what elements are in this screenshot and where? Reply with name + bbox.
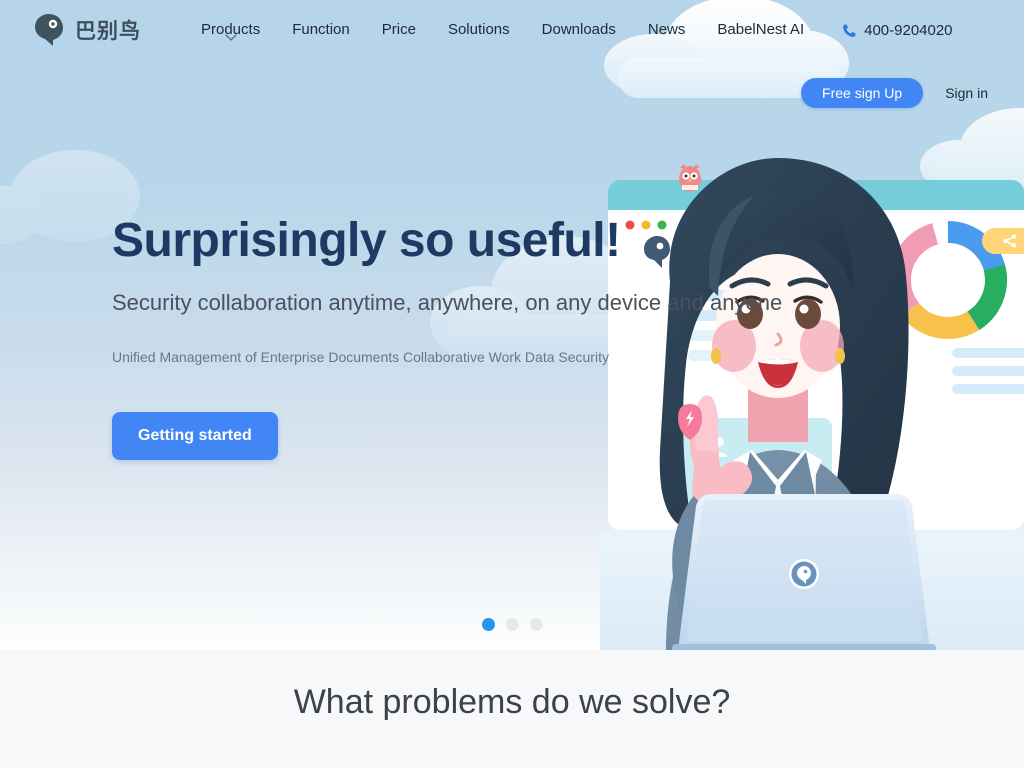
nav-label: Solutions: [447, 21, 510, 38]
hero-description: Unified Management of Enterprise Documen…: [112, 348, 609, 365]
hero-subtitle: Security collaboration anytime, anywhere…: [112, 289, 783, 315]
brand-logo[interactable]: 巴别鸟: [32, 13, 141, 47]
owl-icon: [679, 164, 701, 192]
main-navigation: 巴别鸟 Products Function Price Solutions Do…: [0, 0, 1024, 60]
brand-name: 巴别鸟: [75, 19, 141, 43]
phone-icon: [843, 24, 856, 37]
free-signup-button[interactable]: Free sign Up: [801, 78, 924, 108]
nav-label: BabelNest AI: [717, 21, 805, 38]
carousel-dot-2[interactable]: [505, 618, 519, 631]
hero-title: Surprisingly so useful!: [112, 214, 621, 267]
carousel-dot-3[interactable]: [529, 618, 543, 631]
nav-item-downloads[interactable]: Downloads: [526, 0, 632, 60]
contact-phone[interactable]: 400-9204020: [842, 21, 953, 39]
nav-item-babelnest-ai[interactable]: BabelNest AI: [701, 0, 820, 60]
carousel-dot-1[interactable]: [481, 618, 495, 631]
nav-label: Price: [381, 21, 416, 38]
nav-item-products[interactable]: Products: [185, 0, 276, 60]
nav-item-solutions[interactable]: Solutions: [432, 0, 526, 60]
phone-number: 400-9204020: [864, 21, 953, 39]
carousel-dots: [0, 618, 1024, 631]
section-title: What problems do we solve?: [293, 683, 731, 721]
auth-actions: Free sign Up Sign in: [801, 78, 988, 108]
nav-label: News: [647, 21, 686, 38]
problems-section: What problems do we solve?: [0, 650, 1024, 768]
hero-copy: Surprisingly so useful! Security collabo…: [112, 214, 912, 460]
nav-item-function[interactable]: Function: [276, 0, 366, 60]
nav-links: Products Function Price Solutions Downlo…: [185, 0, 953, 60]
bird-logo-icon: [32, 13, 66, 47]
chevron-down-icon: [224, 34, 237, 41]
nav-item-price[interactable]: Price: [366, 0, 432, 60]
nav-label: Downloads: [541, 21, 616, 38]
nav-item-news[interactable]: News: [632, 0, 702, 60]
sign-in-link[interactable]: Sign in: [945, 85, 988, 101]
nav-label: Function: [292, 21, 350, 38]
hero-section: 巴别鸟 Products Function Price Solutions Do…: [0, 0, 1024, 650]
getting-started-button[interactable]: Getting started: [112, 411, 278, 460]
